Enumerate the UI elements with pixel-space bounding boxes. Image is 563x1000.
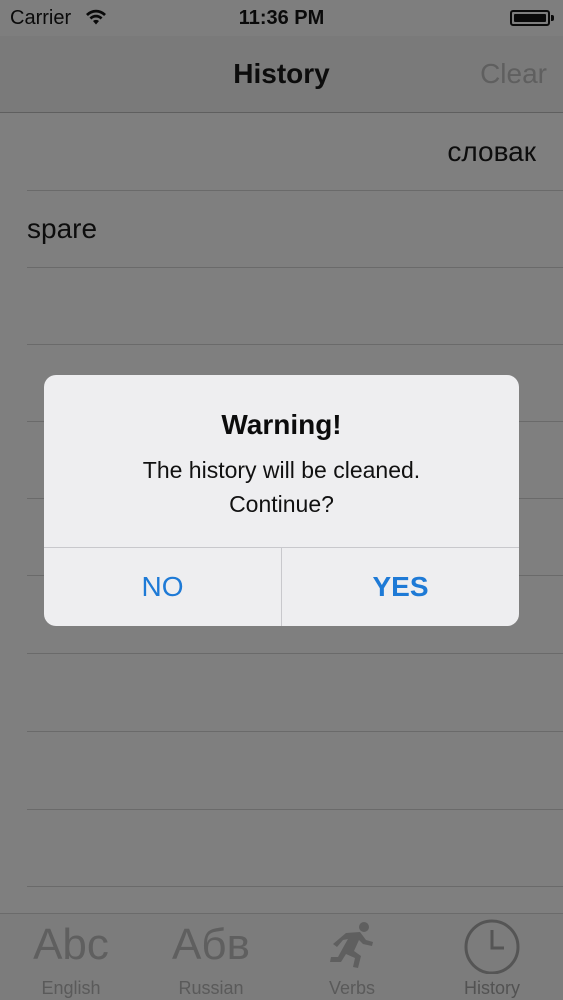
screen: Carrier 11:36 PM History Clear словак sp… — [0, 0, 563, 1000]
history-row[interactable]: словак — [0, 113, 563, 191]
history-row[interactable] — [0, 809, 563, 887]
battery-icon — [510, 10, 550, 26]
history-item-text: словак — [447, 136, 536, 167]
history-row[interactable] — [0, 267, 563, 345]
battery-tip — [551, 15, 554, 21]
row-divider — [27, 886, 563, 887]
history-row[interactable] — [0, 732, 563, 810]
tab-verbs[interactable]: Verbs — [282, 914, 422, 1000]
tab-russian[interactable]: Абв Russian — [141, 914, 281, 1000]
tab-label: Verbs — [328, 978, 376, 998]
yes-button[interactable]: YES — [282, 548, 519, 626]
alert-message: The history will be cleaned. Continue? — [142, 457, 421, 517]
tab-english[interactable]: Abc English — [1, 914, 141, 1000]
history-row[interactable]: spare — [0, 190, 563, 268]
alert-dialog: Warning! The history will be cleaned. Co… — [44, 375, 519, 626]
tab-history[interactable]: History — [422, 914, 562, 1000]
tab-bar: Abc English Абв Russian Verbs History — [0, 913, 563, 1000]
abc-icon: Abc — [33, 920, 109, 969]
clock-icon — [464, 919, 520, 974]
nav-bar: History Clear — [0, 36, 563, 113]
history-row[interactable] — [0, 654, 563, 732]
no-button[interactable]: NO — [44, 548, 281, 626]
status-bar: Carrier 11:36 PM — [0, 0, 563, 36]
history-item-text: spare — [27, 213, 98, 244]
abv-icon: Абв — [172, 920, 250, 969]
tab-label: History — [463, 978, 520, 998]
battery-fill — [514, 14, 546, 22]
page-title: History — [233, 58, 330, 89]
clear-button[interactable]: Clear — [480, 58, 547, 90]
tab-label: English — [41, 978, 101, 998]
running-man-icon — [330, 922, 373, 968]
clock: 11:36 PM — [238, 7, 325, 29]
tab-label: Russian — [178, 978, 244, 998]
alert-title: Warning! — [221, 409, 342, 440]
